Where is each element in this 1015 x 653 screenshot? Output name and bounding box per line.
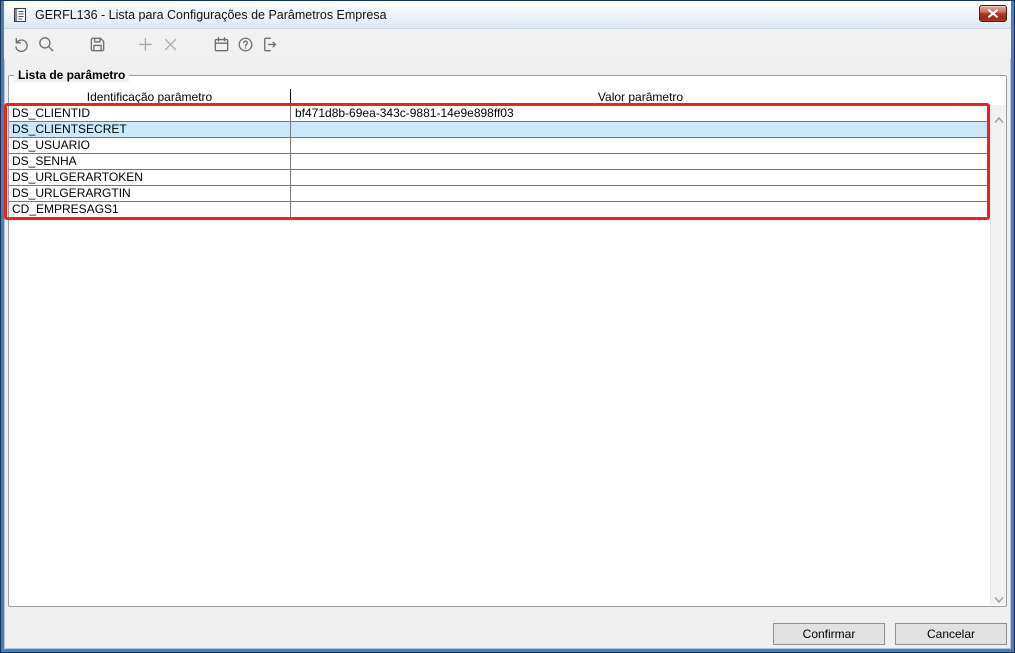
table-row[interactable]: CD_EMPRESAGS1 <box>9 202 990 218</box>
row-value-cell <box>291 138 990 153</box>
calendar-icon[interactable] <box>212 35 231 54</box>
close-icon[interactable] <box>979 5 1007 22</box>
row-value-cell <box>291 170 990 185</box>
table-row[interactable]: DS_URLGERARGTIN <box>9 186 990 202</box>
cancel-button[interactable]: Cancelar <box>895 623 1007 645</box>
groupbox-label: Lista de parâmetro <box>14 68 130 82</box>
exit-icon[interactable] <box>260 35 279 54</box>
header-identificacao: Identificação parâmetro <box>9 89 291 105</box>
window-title: GERFL136 - Lista para Configurações de P… <box>35 7 387 22</box>
row-id-cell: DS_URLGERARGTIN <box>9 186 291 201</box>
table-row[interactable]: DS_SENHA <box>9 154 990 170</box>
row-id-cell: DS_CLIENTID <box>9 106 291 121</box>
table-row[interactable]: DS_CLIENTSECRET <box>9 122 990 138</box>
grid-rows: DS_CLIENTID bf471d8b-69ea-343c-9881-14e9… <box>9 105 990 218</box>
search-icon[interactable] <box>37 35 56 54</box>
row-id-cell: CD_EMPRESAGS1 <box>9 202 291 217</box>
toolbar <box>4 29 1011 59</box>
header-valor: Valor parâmetro <box>597 90 684 104</box>
application-window: GERFL136 - Lista para Configurações de P… <box>0 0 1015 653</box>
row-value-cell <box>291 122 990 137</box>
confirm-button[interactable]: Confirmar <box>773 623 885 645</box>
row-value-cell <box>291 186 990 201</box>
row-value-cell: bf471d8b-69ea-343c-9881-14e9e898ff03 <box>295 106 514 120</box>
titlebar[interactable]: GERFL136 - Lista para Configurações de P… <box>4 1 1011 29</box>
row-value-cell <box>291 202 990 217</box>
delete-icon[interactable] <box>161 35 180 54</box>
row-id-cell: DS_SENHA <box>9 154 291 169</box>
chevron-up-icon[interactable] <box>994 111 1004 123</box>
row-id-cell: DS_CLIENTSECRET <box>9 122 291 137</box>
add-icon[interactable] <box>136 35 155 54</box>
table-row[interactable]: DS_URLGERARTOKEN <box>9 170 990 186</box>
row-id-cell: DS_USUARIO <box>9 138 291 153</box>
grid-header: Identificação parâmetro Valor parâmetro <box>9 89 990 105</box>
vertical-scrollbar[interactable] <box>990 105 1006 605</box>
document-icon <box>12 7 28 23</box>
chevron-down-icon[interactable] <box>994 591 1004 603</box>
table-row[interactable]: DS_USUARIO <box>9 138 990 154</box>
help-icon[interactable] <box>236 35 255 54</box>
table-row[interactable]: DS_CLIENTID bf471d8b-69ea-343c-9881-14e9… <box>9 106 990 122</box>
save-icon[interactable] <box>88 35 107 54</box>
row-value-cell <box>291 154 990 169</box>
row-id-cell: DS_URLGERARTOKEN <box>9 170 291 185</box>
undo-icon[interactable] <box>12 35 31 54</box>
